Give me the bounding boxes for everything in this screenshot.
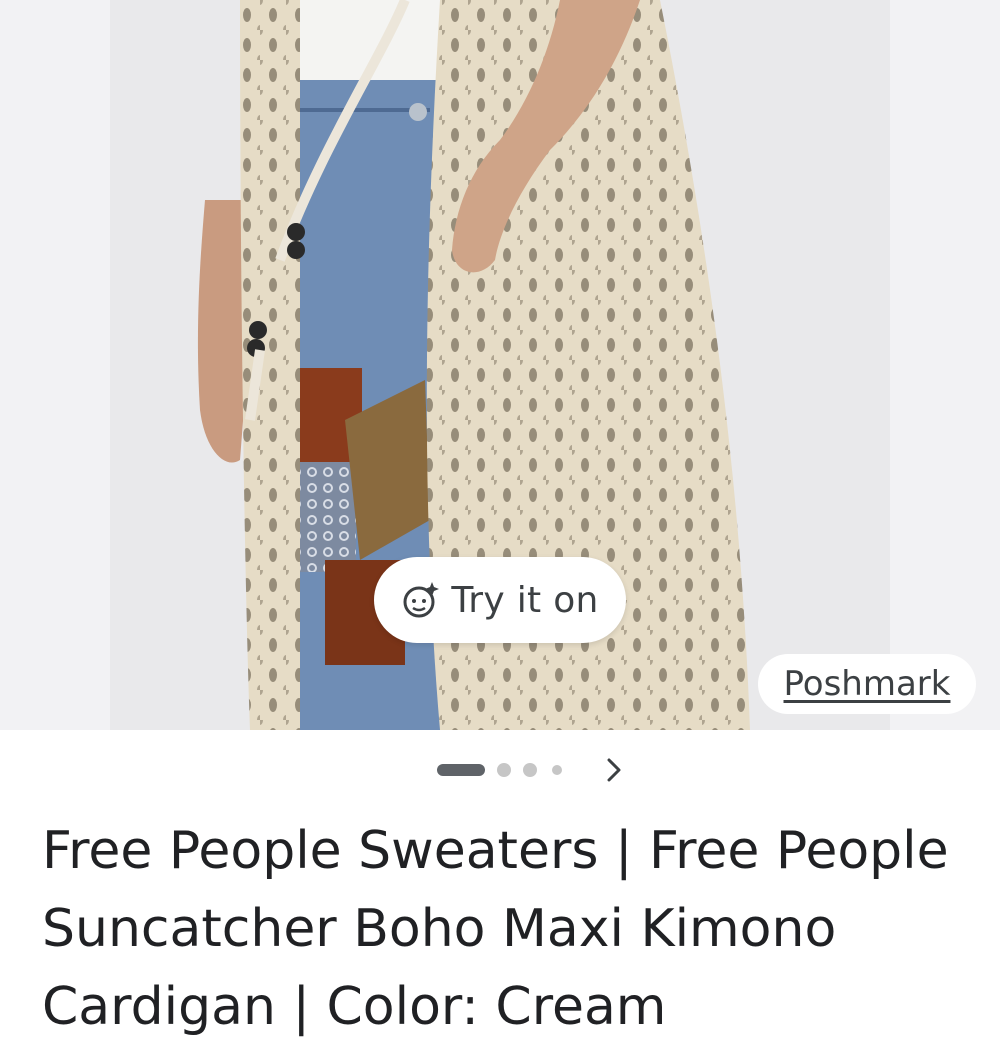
try-it-on-label: Try it on	[451, 579, 599, 621]
carousel-pagination	[0, 750, 1000, 790]
carousel-dot-2[interactable]	[497, 763, 511, 777]
carousel-dot-4[interactable]	[552, 765, 562, 775]
chevron-right-icon[interactable]	[598, 754, 630, 786]
product-title[interactable]: Free People Sweaters | Free People Sunca…	[42, 812, 962, 1046]
try-on-face-sparkle-icon	[401, 580, 441, 620]
carousel-dot-3[interactable]	[523, 763, 537, 777]
product-image[interactable]: Try it on Poshmark	[0, 0, 1000, 730]
carousel-dot-1[interactable]	[437, 764, 485, 776]
source-name: Poshmark	[783, 664, 951, 704]
source-link-badge[interactable]: Poshmark	[758, 654, 976, 714]
try-it-on-button[interactable]: Try it on	[374, 557, 626, 643]
